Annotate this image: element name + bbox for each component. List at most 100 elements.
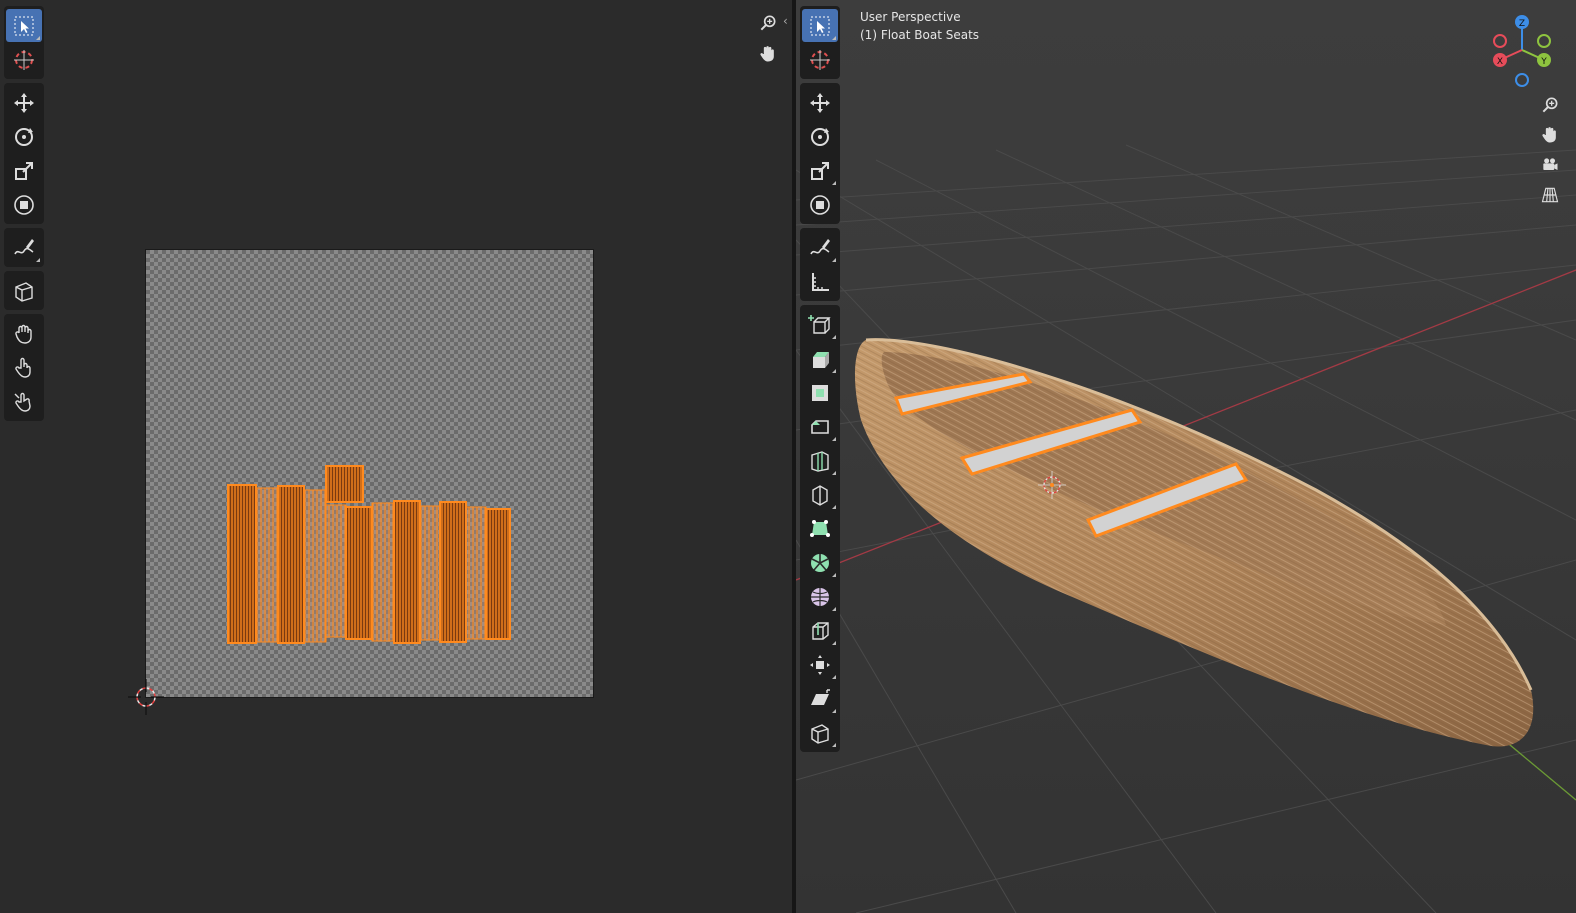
transform-icon xyxy=(14,194,34,215)
vp-zoom-button[interactable] xyxy=(1537,92,1563,118)
tool-move[interactable] xyxy=(802,86,838,119)
tool-scale[interactable] xyxy=(802,154,838,187)
smooth-icon xyxy=(811,587,829,606)
tool-relax[interactable] xyxy=(6,351,42,384)
tool-rip-region[interactable] xyxy=(6,274,42,307)
tool-inset-faces[interactable] xyxy=(802,376,838,409)
more-indicator xyxy=(832,607,836,611)
add-cube-icon xyxy=(808,314,831,334)
tool-edge-slide[interactable] xyxy=(802,614,838,647)
more-indicator xyxy=(832,743,836,747)
scale-icon xyxy=(15,161,33,180)
zoom-icon xyxy=(1542,97,1558,113)
tool-select-box[interactable] xyxy=(6,9,42,42)
rip-region-icon xyxy=(811,723,829,744)
move-icon xyxy=(810,92,830,113)
poly-build-icon xyxy=(810,519,830,537)
rotate-icon xyxy=(15,127,33,146)
rip-region-icon xyxy=(15,281,33,302)
cursor-icon xyxy=(810,49,830,70)
grid-icon xyxy=(1541,187,1559,203)
uv-toolbar xyxy=(4,6,44,425)
uv-islands[interactable] xyxy=(0,0,792,913)
grab-icon xyxy=(15,324,32,344)
more-indicator xyxy=(832,675,836,679)
gizmo-z-label: Z xyxy=(1519,19,1525,29)
viewport-scene[interactable]: Z Y X xyxy=(796,0,1576,913)
select-box-icon xyxy=(14,16,34,35)
more-indicator xyxy=(832,36,836,40)
relax-icon xyxy=(15,357,31,378)
more-indicator xyxy=(36,258,40,262)
camera-icon xyxy=(1543,158,1558,170)
tool-shear[interactable] xyxy=(802,682,838,715)
more-indicator xyxy=(832,335,836,339)
tool-scale[interactable] xyxy=(6,154,42,187)
tool-rotate[interactable] xyxy=(6,120,42,153)
loop-cut-icon xyxy=(811,450,829,472)
tool-transform[interactable] xyxy=(802,188,838,221)
hand-icon xyxy=(760,46,774,62)
gizmo-x-label: X xyxy=(1497,57,1503,67)
tool-annotate[interactable] xyxy=(6,231,42,264)
annotate-icon xyxy=(810,238,830,254)
more-indicator xyxy=(832,369,836,373)
uv-2d-cursor[interactable] xyxy=(128,679,164,715)
select-box-icon xyxy=(810,16,830,35)
gizmo-y-label: Y xyxy=(1540,57,1547,67)
spin-icon xyxy=(811,553,829,572)
uv-editor-pane[interactable]: ‹ xyxy=(0,0,792,913)
tool-pinch[interactable] xyxy=(6,385,42,418)
hand-icon xyxy=(1542,127,1556,143)
edge-slide-icon xyxy=(812,621,829,640)
tool-knife[interactable] xyxy=(802,478,838,511)
move-icon xyxy=(14,92,34,113)
tool-extrude-region[interactable] xyxy=(802,342,838,375)
tool-add-cube[interactable] xyxy=(802,308,838,341)
tool-measure[interactable] xyxy=(802,265,838,298)
more-indicator xyxy=(36,36,40,40)
inset-faces-icon xyxy=(812,384,828,401)
tool-select-box[interactable] xyxy=(802,9,838,42)
knife-icon xyxy=(812,484,828,506)
bevel-icon xyxy=(811,419,829,434)
measure-icon xyxy=(812,272,829,291)
more-indicator xyxy=(832,181,836,185)
viewport-toolbar xyxy=(800,6,840,756)
tool-loop-cut[interactable] xyxy=(802,444,838,477)
tool-rotate[interactable] xyxy=(802,120,838,153)
tool-annotate[interactable] xyxy=(802,231,838,264)
vp-perspective-toggle[interactable] xyxy=(1537,182,1563,208)
scale-icon xyxy=(811,161,829,180)
vp-camera-button[interactable] xyxy=(1537,152,1563,178)
cursor-icon xyxy=(14,49,34,70)
tool-cursor[interactable] xyxy=(6,43,42,76)
tool-spin[interactable] xyxy=(802,546,838,579)
tool-cursor[interactable] xyxy=(802,43,838,76)
tool-smooth[interactable] xyxy=(802,580,838,613)
extrude-region-icon xyxy=(813,351,829,368)
tool-transform[interactable] xyxy=(6,188,42,221)
viewport-3d-pane[interactable]: Z Y X User Perspective (1) Float Boat Se… xyxy=(796,0,1576,913)
tool-rip-region[interactable] xyxy=(802,716,838,749)
transform-icon xyxy=(810,194,830,215)
tool-shrink-fatten[interactable] xyxy=(802,648,838,681)
more-indicator xyxy=(832,437,836,441)
tool-grab[interactable] xyxy=(6,317,42,350)
rotate-icon xyxy=(811,127,829,146)
active-object-label: (1) Float Boat Seats xyxy=(860,28,980,42)
collapse-arrow[interactable]: ‹ xyxy=(783,14,788,28)
annotate-icon xyxy=(14,238,34,254)
tool-poly-build[interactable] xyxy=(802,512,838,545)
vp-pan-button[interactable] xyxy=(1537,122,1563,148)
more-indicator xyxy=(832,505,836,509)
zoom-icon xyxy=(760,15,776,31)
more-indicator xyxy=(832,709,836,713)
shrink-fatten-icon xyxy=(810,654,830,675)
tool-bevel[interactable] xyxy=(802,410,838,443)
uv-zoom-button[interactable] xyxy=(755,10,781,36)
uv-pan-button[interactable] xyxy=(755,41,781,67)
view-name: User Perspective xyxy=(860,10,961,24)
uv-island-group[interactable] xyxy=(227,465,511,644)
tool-move[interactable] xyxy=(6,86,42,119)
